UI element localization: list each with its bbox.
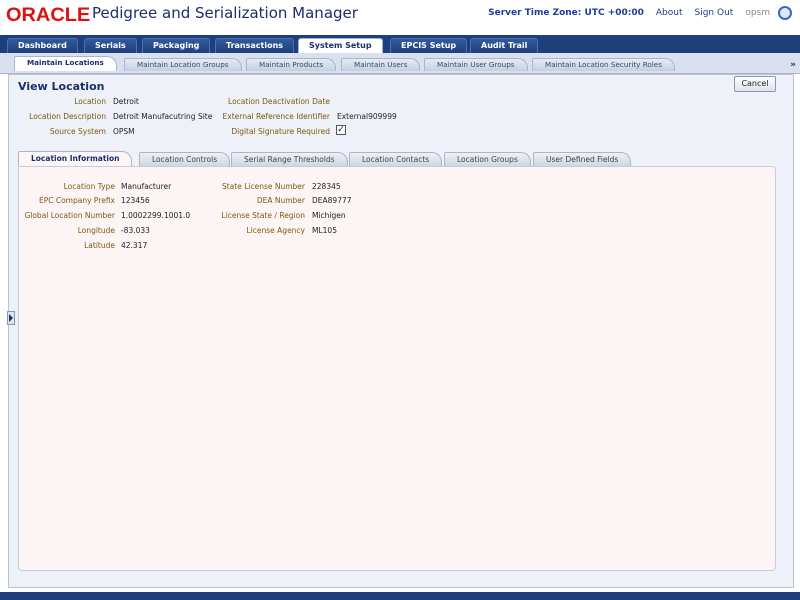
tab-user-defined-fields[interactable]: User Defined Fields — [533, 152, 632, 166]
location-type-value: Manufacturer — [121, 182, 172, 191]
tab-audit-trail[interactable]: Audit Trail — [470, 38, 539, 53]
tab-location-contacts[interactable]: Location Contacts — [349, 152, 443, 166]
license-state-region-value: Michigen — [312, 211, 346, 220]
license-agency-label: License Agency — [246, 226, 305, 235]
dea-number-value: DEA89777 — [312, 196, 352, 205]
state-license-number-label: State License Number — [221, 182, 305, 191]
source-system-value: OPSM — [113, 127, 135, 136]
source-system-label: Source System — [49, 127, 106, 136]
footer-bar — [0, 592, 800, 600]
user-name: opsm — [745, 8, 770, 18]
about-link[interactable]: About — [656, 8, 683, 18]
oracle-o-icon — [778, 6, 792, 20]
tab-packaging[interactable]: Packaging — [142, 38, 211, 53]
license-state-region-label: License State / Region — [221, 211, 305, 220]
state-license-number-value: 228345 — [312, 182, 341, 191]
tab-location-groups[interactable]: Location Groups — [444, 152, 531, 166]
latitude-label: Latitude — [84, 241, 115, 250]
subtab-maintain-location-groups[interactable]: Maintain Location Groups — [124, 58, 242, 71]
license-agency-value: ML105 — [312, 226, 337, 235]
page-title: View Location — [18, 80, 105, 93]
server-time-zone: Server Time Zone: UTC +00:00 — [488, 8, 644, 18]
location-label: Location — [74, 97, 106, 106]
location-value: Detroit — [113, 97, 139, 106]
subtab-maintain-location-security-roles[interactable]: Maintain Location Security Roles — [532, 58, 675, 71]
external-reference-identifier-value: External909999 — [337, 112, 397, 121]
subtab-maintain-products[interactable]: Maintain Products — [246, 58, 337, 71]
global-location-number-value: 1.0002299.1001.0 — [121, 211, 191, 220]
longitude-label: Longitude — [77, 226, 115, 235]
tab-serials[interactable]: Serials — [84, 38, 137, 53]
location-type-label: Location Type — [63, 182, 115, 191]
tab-system-setup[interactable]: System Setup — [298, 38, 383, 54]
subtab-maintain-user-groups[interactable]: Maintain User Groups — [424, 58, 528, 71]
tab-serial-range-thresholds[interactable]: Serial Range Thresholds — [231, 152, 348, 166]
app-header: ORACLE Pedigree and Serialization Manage… — [0, 0, 800, 30]
location-deactivation-date-label: Location Deactivation Date — [228, 97, 330, 106]
location-description-value: Detroit Manufacutring Site — [113, 112, 213, 121]
tab-transactions[interactable]: Transactions — [215, 38, 295, 53]
epc-company-prefix-value: 123456 — [121, 196, 150, 205]
location-description-label: Location Description — [29, 112, 106, 121]
digital-signature-required-label: Digital Signature Required — [231, 127, 330, 136]
epc-company-prefix-label: EPC Company Prefix — [38, 196, 115, 205]
cancel-button[interactable]: Cancel — [734, 76, 776, 92]
oracle-logo: ORACLE — [6, 5, 91, 26]
subtab-maintain-users[interactable]: Maintain Users — [341, 58, 421, 71]
latitude-value: 42.317 — [121, 241, 148, 250]
more-tabs-icon[interactable]: » — [790, 60, 796, 70]
global-location-number-label: Global Location Number — [24, 211, 115, 220]
external-reference-identifier-label: External Reference Identifier — [222, 112, 330, 121]
expand-panel-handle[interactable] — [7, 311, 15, 325]
subtab-maintain-locations[interactable]: Maintain Locations — [14, 56, 117, 71]
digital-signature-checkbox: ✓ — [336, 125, 346, 135]
tab-epcis-setup[interactable]: EPCIS Setup — [390, 38, 468, 53]
sign-out-link[interactable]: Sign Out — [695, 8, 734, 18]
header-links: Server Time Zone: UTC +00:00 About Sign … — [488, 8, 770, 18]
tab-dashboard[interactable]: Dashboard — [7, 38, 78, 53]
tab-location-information[interactable]: Location Information — [18, 151, 133, 166]
longitude-value: -83.033 — [121, 226, 150, 235]
app-title: Pedigree and Serialization Manager — [92, 4, 358, 22]
dea-number-label: DEA Number — [256, 196, 305, 205]
tab-location-controls[interactable]: Location Controls — [139, 152, 231, 166]
triangle-right-icon — [9, 314, 13, 322]
